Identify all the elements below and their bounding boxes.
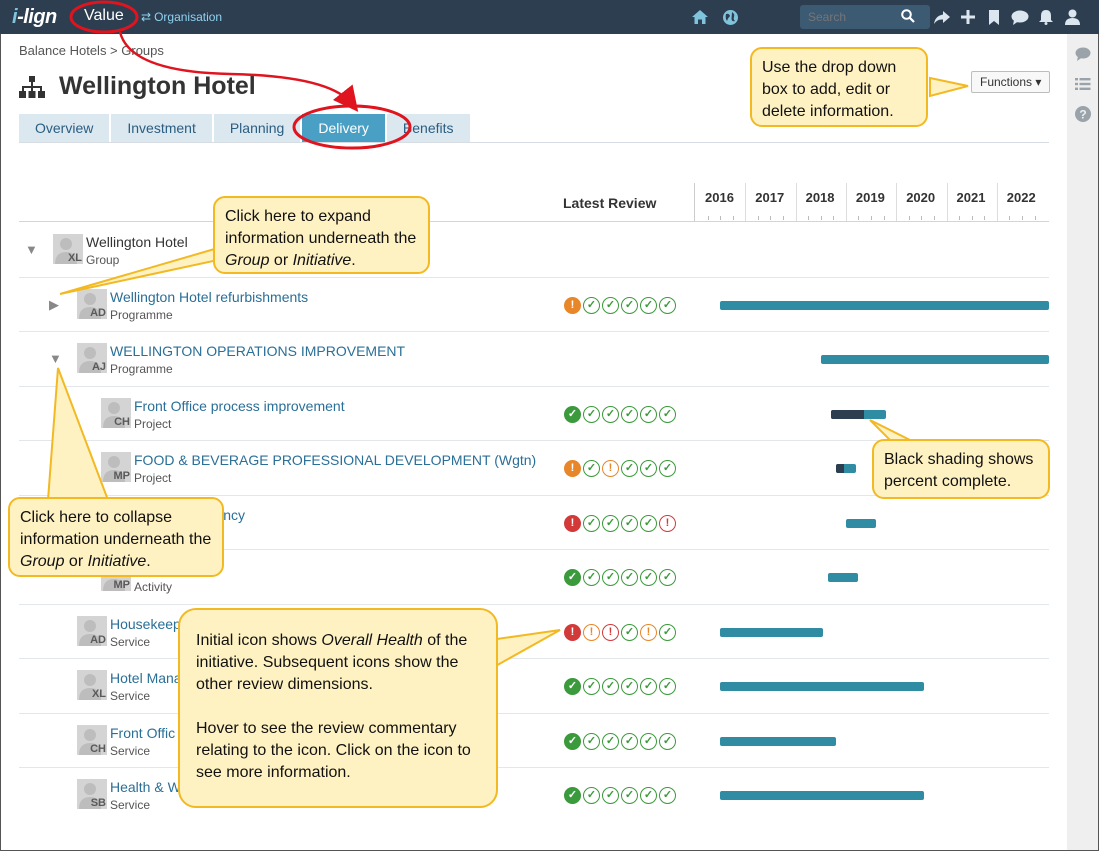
health-callout-emphasis: Overall Health bbox=[321, 632, 423, 649]
functions-callout: Use the drop down box to add, edit or de… bbox=[750, 47, 928, 127]
functions-callout-tail bbox=[929, 76, 969, 98]
collapse-callout-initiative: Initiative bbox=[87, 553, 147, 570]
collapse-callout-text: Click here to collapse information under… bbox=[20, 509, 212, 548]
collapse-callout-end: . bbox=[146, 553, 151, 570]
value-highlight-circle bbox=[69, 0, 139, 34]
health-callout-para2: Hover to see the review commentary relat… bbox=[196, 720, 471, 781]
expand-callout-end: . bbox=[351, 252, 356, 269]
delivery-highlight-circle bbox=[292, 104, 412, 150]
value-to-delivery-arrow bbox=[118, 31, 359, 112]
annotation-overlay bbox=[46, 0, 969, 670]
expand-callout-text: Click here to expand information underne… bbox=[225, 208, 417, 247]
expand-callout-group: Group bbox=[225, 252, 270, 269]
health-callout: Initial icon shows Overall Health of the… bbox=[178, 608, 498, 808]
expand-callout-or: or bbox=[269, 252, 293, 269]
health-callout-tail bbox=[488, 629, 561, 670]
collapse-callout: Click here to collapse information under… bbox=[8, 497, 224, 577]
expand-callout-initiative: Initiative bbox=[292, 252, 352, 269]
shading-callout: Black shading shows percent complete. bbox=[872, 439, 1050, 499]
collapse-callout-or: or bbox=[64, 553, 88, 570]
expand-callout: Click here to expand information underne… bbox=[213, 196, 430, 274]
health-callout-para1: Initial icon shows Overall Health of the… bbox=[196, 630, 480, 696]
collapse-callout-group: Group bbox=[20, 553, 65, 570]
health-callout-text1: Initial icon shows bbox=[196, 632, 322, 649]
expand-callout-tail bbox=[59, 246, 219, 295]
collapse-callout-tail bbox=[46, 367, 110, 501]
